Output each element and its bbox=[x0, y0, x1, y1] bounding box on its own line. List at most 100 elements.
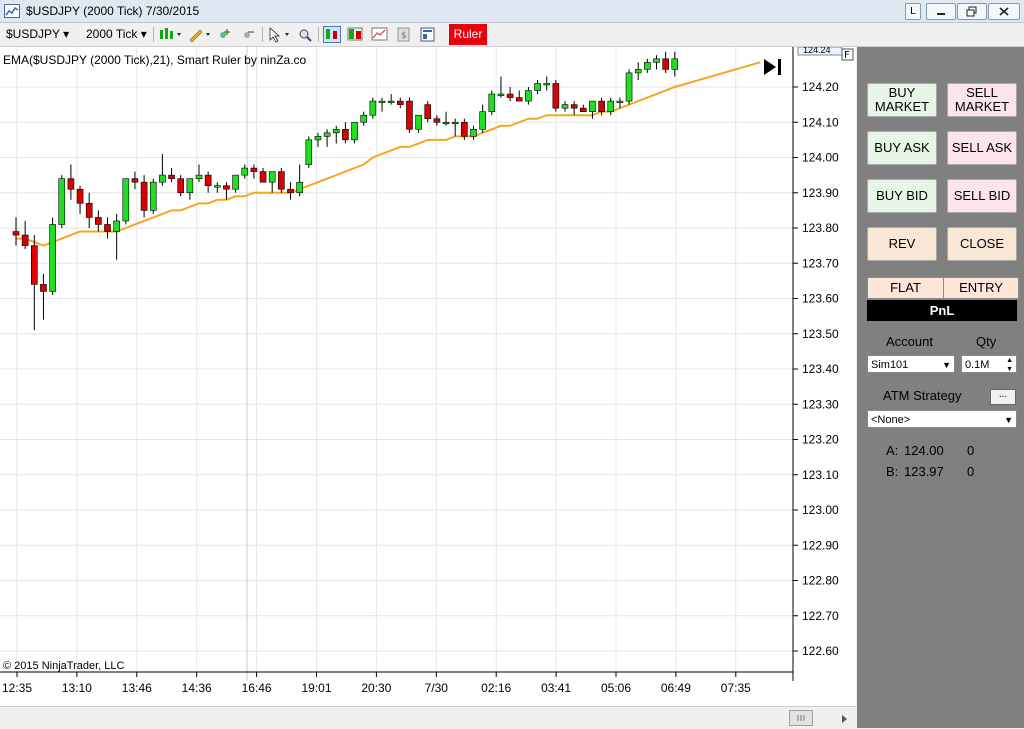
price-label: 122.60 bbox=[802, 644, 839, 658]
account-select[interactable]: Sim101 ▼ bbox=[867, 355, 955, 373]
close-position-button[interactable]: CLOSE bbox=[947, 227, 1017, 261]
candle-body bbox=[49, 224, 56, 292]
candle-body bbox=[515, 97, 523, 102]
zoom-in-button[interactable] bbox=[216, 26, 234, 43]
time-label: 7/30 bbox=[425, 681, 449, 695]
candle-body bbox=[85, 203, 93, 218]
strategies-button[interactable]: $ bbox=[395, 26, 413, 43]
candle-body bbox=[644, 62, 651, 70]
candle-body bbox=[250, 167, 258, 172]
candle-body bbox=[451, 121, 459, 125]
candle-body bbox=[278, 171, 285, 190]
candle-body bbox=[40, 284, 47, 292]
chart-trader-panel: BUY MARKET SELL MARKET BUY ASK SELL ASK … bbox=[857, 47, 1024, 728]
horizontal-scrollbar[interactable] bbox=[0, 706, 856, 729]
instrument-label: $USDJPY bbox=[6, 27, 60, 41]
minimize-button[interactable] bbox=[926, 3, 956, 20]
chart-app-icon bbox=[4, 4, 20, 18]
cursor-mode-button[interactable] bbox=[267, 26, 293, 43]
close-icon bbox=[999, 7, 1009, 16]
flat-button[interactable]: FLAT bbox=[867, 277, 944, 299]
window-title: $USDJPY (2000 Tick) 7/30/2015 bbox=[26, 4, 200, 18]
chart-style-button[interactable] bbox=[158, 26, 184, 43]
drawing-tools-button[interactable] bbox=[187, 26, 213, 43]
candle-body bbox=[607, 100, 615, 112]
price-label: 123.90 bbox=[802, 186, 839, 200]
bid-size: 0 bbox=[967, 464, 975, 479]
candle-body bbox=[314, 136, 322, 141]
candle-body bbox=[378, 100, 386, 103]
candle-body bbox=[424, 104, 432, 120]
candle-body bbox=[223, 185, 230, 190]
instrument-selector[interactable]: $USDJPY ▾ bbox=[6, 26, 69, 43]
atm-options-button[interactable]: ... bbox=[990, 389, 1016, 405]
candle-body bbox=[579, 107, 587, 112]
stepper-down-icon[interactable]: ▼ bbox=[1006, 361, 1013, 379]
atm-strategy-select[interactable]: <None> ▼ bbox=[867, 410, 1017, 428]
chart-trader-button[interactable] bbox=[323, 26, 341, 43]
ruler-button[interactable]: Ruler bbox=[449, 24, 487, 45]
candle-body bbox=[177, 178, 184, 194]
indicators-button[interactable] bbox=[371, 26, 389, 43]
reverse-button[interactable]: REV bbox=[867, 227, 937, 261]
candle-body bbox=[204, 174, 212, 186]
sell-ask-button[interactable]: SELL ASK bbox=[947, 131, 1017, 165]
buy-bid-button[interactable]: BUY BID bbox=[867, 179, 937, 213]
bid-price: 123.97 bbox=[904, 464, 944, 479]
price-label: 123.20 bbox=[802, 433, 839, 447]
candle-body bbox=[634, 69, 642, 74]
data-box-button[interactable] bbox=[347, 26, 365, 43]
candle-body bbox=[168, 174, 175, 179]
grip-icon bbox=[797, 715, 805, 721]
candle-body bbox=[543, 83, 551, 86]
search-button[interactable] bbox=[296, 26, 314, 43]
time-axis: 12:35 13:10 13:46 14:36 16:46 19:01 20:30 7/30 0… bbox=[2, 672, 751, 695]
properties-icon bbox=[420, 27, 435, 42]
candle-body bbox=[406, 100, 413, 130]
time-label: 13:46 bbox=[122, 681, 152, 695]
candle-body bbox=[671, 58, 679, 70]
price-label: 123.60 bbox=[802, 292, 839, 306]
price-label: 123.30 bbox=[802, 397, 839, 411]
candle-body bbox=[653, 58, 660, 63]
candle-body bbox=[396, 100, 404, 105]
magnifier-icon bbox=[299, 29, 312, 42]
scroll-thumb[interactable] bbox=[789, 710, 813, 726]
restore-button[interactable] bbox=[957, 3, 987, 20]
chart-canvas[interactable]: 124.20 124.10 124.00 123.90 123.80 123.70 123.… bbox=[0, 47, 856, 728]
minimize-icon bbox=[937, 13, 945, 15]
buy-market-button[interactable]: BUY MARKET bbox=[867, 83, 937, 117]
restore-icon bbox=[966, 6, 977, 17]
candle-body bbox=[415, 114, 422, 130]
price-chart[interactable]: 124.20 124.10 124.00 123.90 123.80 123.70 123.… bbox=[0, 47, 856, 728]
price-label: 124.10 bbox=[802, 115, 839, 129]
scroll-right-arrow[interactable] bbox=[840, 713, 850, 723]
price-label: 123.70 bbox=[802, 256, 839, 270]
copyright-label: © 2015 NinjaTrader, LLC bbox=[3, 660, 124, 672]
time-label: 07:35 bbox=[721, 681, 751, 695]
l-button[interactable]: L bbox=[905, 3, 921, 20]
candle-body bbox=[525, 90, 532, 102]
candle-body bbox=[268, 171, 276, 183]
candle-body bbox=[561, 104, 569, 109]
candle-body bbox=[534, 83, 541, 91]
candle-body bbox=[625, 72, 633, 102]
entry-button[interactable]: ENTRY bbox=[943, 277, 1019, 299]
candle-body bbox=[461, 121, 468, 137]
toolbar-separator bbox=[262, 27, 263, 42]
close-window-button[interactable] bbox=[988, 3, 1020, 20]
pnl-display: PnL bbox=[867, 300, 1017, 321]
scroll-to-end-icon[interactable] bbox=[764, 59, 781, 75]
sell-bid-button[interactable]: SELL BID bbox=[947, 179, 1017, 213]
properties-button[interactable] bbox=[419, 26, 437, 43]
buy-ask-button[interactable]: BUY ASK bbox=[867, 131, 937, 165]
candle-body bbox=[21, 234, 29, 246]
interval-selector[interactable]: 2000 Tick ▾ bbox=[86, 26, 147, 43]
time-label: 16:46 bbox=[242, 681, 272, 695]
zoom-out-button[interactable] bbox=[240, 26, 258, 43]
sell-market-button[interactable]: SELL MARKET bbox=[947, 83, 1017, 117]
ask-label: A: bbox=[886, 443, 899, 458]
quantity-stepper[interactable]: 0.1M ▲ ▼ bbox=[961, 355, 1017, 373]
candle-body bbox=[342, 129, 349, 141]
candle-body bbox=[67, 178, 75, 190]
